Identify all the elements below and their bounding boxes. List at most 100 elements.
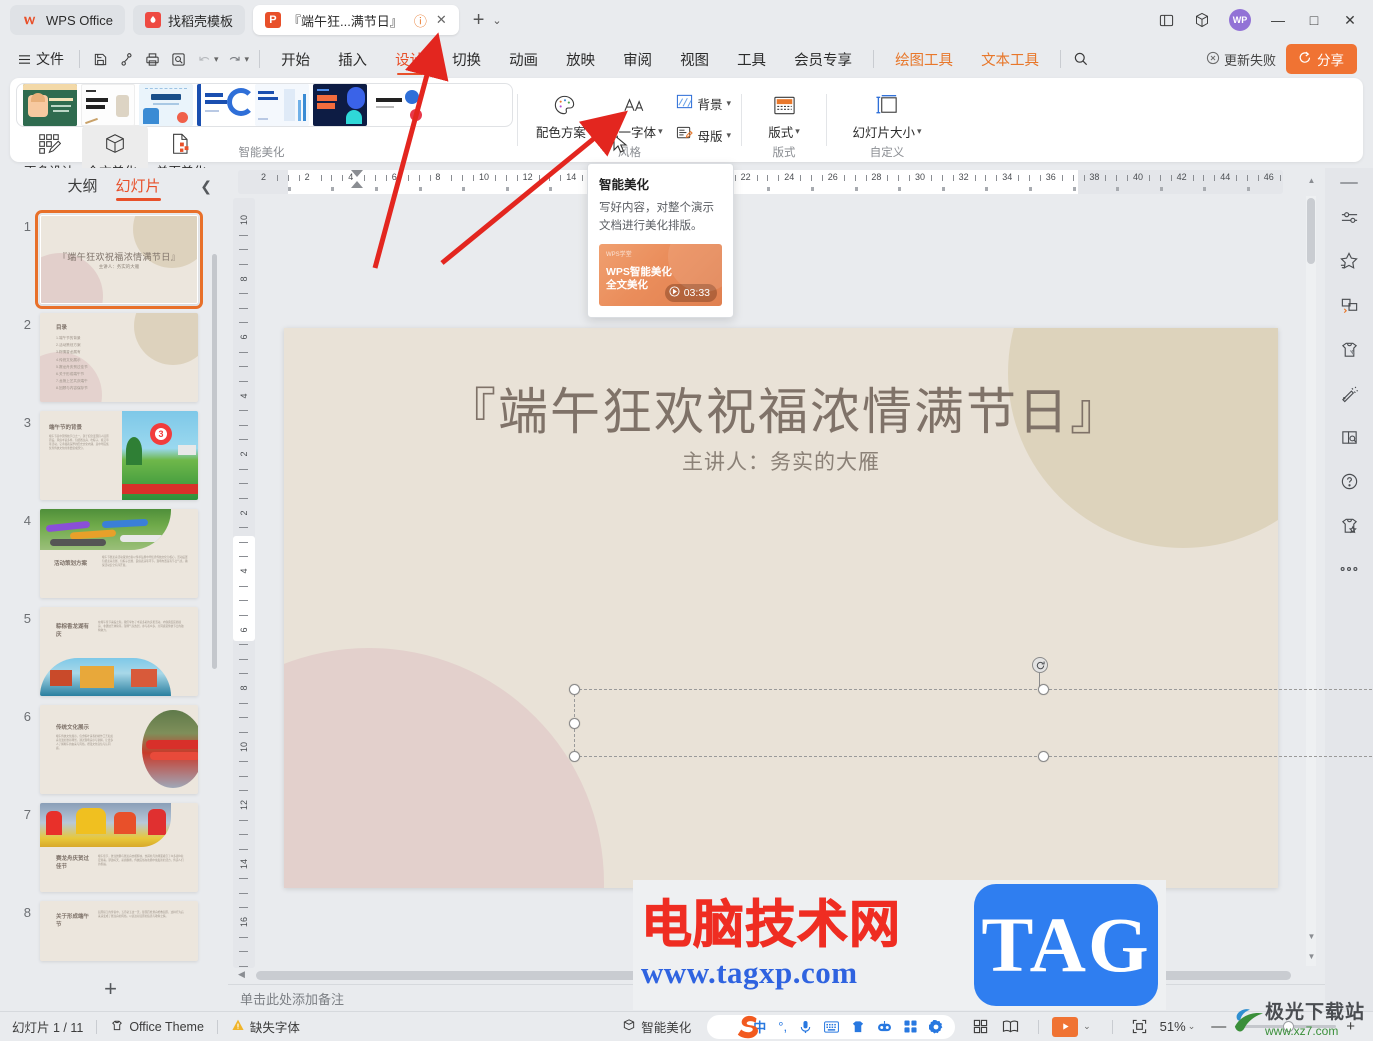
close-icon[interactable]: ✕ xyxy=(436,12,447,28)
resize-handle-sw[interactable] xyxy=(569,751,580,762)
indent-marker-bottom[interactable] xyxy=(351,181,363,188)
keyboard-icon[interactable] xyxy=(824,1020,840,1033)
sogou-s-icon[interactable] xyxy=(731,1010,765,1041)
menu-tab-view[interactable]: 视图 xyxy=(666,41,723,77)
layout-button[interactable]: 版式 ▾ xyxy=(752,86,816,146)
menu-tab-slideshow[interactable]: 放映 xyxy=(552,41,609,77)
resize-handle-n[interactable] xyxy=(1038,684,1049,695)
new-tab-button[interactable]: + xyxy=(467,9,491,32)
background-button[interactable]: 背景 ▾ xyxy=(670,90,737,116)
help-circle-icon[interactable] xyxy=(1334,468,1364,494)
beautify-status[interactable]: 智能美化 xyxy=(622,1017,691,1036)
play-dropdown-icon[interactable]: ⌄ xyxy=(1083,1021,1091,1032)
chevron-down-icon[interactable]: ▾ xyxy=(917,126,922,137)
tab-slides[interactable]: 幻灯片 xyxy=(115,175,161,201)
slide-thumbnail-1[interactable]: 『端午狂欢祝福浓情满节日』 主讲人：务实的大雁 xyxy=(35,210,203,309)
zoom-dropdown-icon[interactable]: ⌄ xyxy=(1188,1021,1196,1032)
resize-handle-s[interactable] xyxy=(1038,751,1049,762)
more-commands-icon[interactable]: ▾ xyxy=(245,54,250,65)
grid-icon[interactable] xyxy=(904,1020,917,1033)
menu-tab-tools[interactable]: 工具 xyxy=(723,41,780,77)
text-selection-box[interactable] xyxy=(569,684,1373,762)
share-button[interactable]: 分享 xyxy=(1286,44,1357,74)
slide-subtitle-text[interactable]: 主讲人：务实的大雁 xyxy=(284,446,1278,476)
fit-screen-icon[interactable] xyxy=(1126,1015,1154,1039)
shirt-star-icon[interactable] xyxy=(1334,512,1364,538)
menu-tab-drawing-tools[interactable]: 绘图工具 xyxy=(881,41,967,77)
ime-punctuation-toggle[interactable]: °, xyxy=(778,1019,787,1034)
horizontal-ruler[interactable]: 2246810121416182022242628303234363840424… xyxy=(238,170,1283,194)
thumbnail-row[interactable]: 8 关于形成端午节 屈原投江的传说中，五月初五这一天，楚国百姓划舟抢救屈原，这种… xyxy=(0,892,221,961)
menu-tab-start[interactable]: 开始 xyxy=(267,41,324,77)
menu-tab-transition[interactable]: 切换 xyxy=(438,41,495,77)
close-button[interactable]: ✕ xyxy=(1333,5,1367,35)
thumbnail-row[interactable]: 5 粽棕香龙湖有庆 在端午佳节来临之际，我们举办了丰富多彩的庆祝活动，内容涵盖民… xyxy=(0,598,221,696)
chevron-down-icon[interactable]: ▾ xyxy=(588,126,593,137)
template-thumb[interactable] xyxy=(139,84,193,126)
slide-thumbnail-4[interactable]: 活动策划方案 端午节赛龙舟活动策划方案以传承弘扬中华优秀传统文化为核心，活动设置… xyxy=(40,509,198,598)
thumbnail-row[interactable]: 4 活动策划方案 端午节赛龙舟活动策划方案以传承弘扬中华优秀传统文化为核心，活动… xyxy=(0,500,221,598)
thumbnail-row[interactable]: 1 『端午狂欢祝福浓情满节日』 主讲人：务实的大雁 xyxy=(0,206,221,309)
robot-icon[interactable] xyxy=(877,1020,892,1033)
zoom-out-button[interactable]: — xyxy=(1205,1018,1232,1035)
chevron-down-icon[interactable]: ▾ xyxy=(726,130,731,141)
grid-view-icon[interactable] xyxy=(965,1015,995,1039)
indent-marker-top[interactable] xyxy=(351,170,363,177)
tab-outline[interactable]: 大纲 xyxy=(67,175,97,200)
share-collab-icon[interactable] xyxy=(113,46,139,72)
slide-title-text[interactable]: 『端午狂欢祝福浓情满节日』 xyxy=(344,372,1224,444)
add-slide-button[interactable]: + xyxy=(0,973,221,1005)
template-thumb[interactable] xyxy=(81,84,135,126)
template-thumb[interactable] xyxy=(197,84,251,126)
chevron-left-icon[interactable]: ❮ xyxy=(200,178,212,195)
slide-canvas[interactable]: 『端午狂欢祝福浓情满节日』 主讲人：务实的大雁 xyxy=(284,328,1278,888)
avatar[interactable]: WP xyxy=(1229,9,1251,31)
settings-icon[interactable] xyxy=(929,1019,943,1034)
scroll-down-icon[interactable]: ▼ xyxy=(1306,932,1317,941)
sidebar-toggle-icon[interactable] xyxy=(1149,5,1183,35)
magic-wand-icon[interactable] xyxy=(1334,380,1364,406)
slide-size-button[interactable]: 幻灯片大小 ▾ xyxy=(837,86,937,146)
thumbnail-row[interactable]: 3 3 端午节的背景 端午节是中国传统节日之一，源于纪念爱国诗人屈原而设，风俗丰… xyxy=(0,402,221,500)
vertical-ruler[interactable]: 10 8 6 4 2 2 4 6 8 10 12 14 16 xyxy=(233,198,255,968)
menu-tab-text-tools[interactable]: 文本工具 xyxy=(967,41,1053,77)
template-thumb[interactable] xyxy=(255,84,309,126)
menu-tab-member[interactable]: 会员专享 xyxy=(780,41,866,77)
file-menu-button[interactable]: 文件 xyxy=(10,49,72,69)
font-missing-status[interactable]: 缺失字体 xyxy=(231,1017,300,1036)
search-icon[interactable] xyxy=(1068,46,1094,72)
star-icon[interactable] xyxy=(1334,248,1364,274)
maximize-button[interactable]: □ xyxy=(1297,5,1331,35)
template-thumb[interactable] xyxy=(371,84,425,126)
minimize-button[interactable]: — xyxy=(1261,5,1295,35)
slide-thumbnail-5[interactable]: 粽棕香龙湖有庆 在端午佳节来临之际，我们举办了丰富多彩的庆祝活动，内容涵盖民俗展… xyxy=(40,607,198,696)
undo-dropdown-icon[interactable]: ▾ xyxy=(214,54,219,65)
save-icon[interactable] xyxy=(87,46,113,72)
tab-docer-template[interactable]: 找稻壳模板 xyxy=(132,5,245,35)
theme-status[interactable]: Office Theme xyxy=(110,1018,204,1035)
clothes-icon[interactable] xyxy=(1334,336,1364,362)
slide-count-status[interactable]: 幻灯片 1 / 11 xyxy=(12,1017,83,1036)
color-scheme-button[interactable]: 配色方案 ▾ xyxy=(530,86,598,146)
shirt-icon[interactable] xyxy=(851,1020,865,1034)
thumbnail-scrollbar[interactable] xyxy=(212,254,217,669)
menu-tab-animation[interactable]: 动画 xyxy=(495,41,552,77)
book-search-icon[interactable] xyxy=(1334,424,1364,450)
mic-icon[interactable] xyxy=(799,1020,812,1034)
thumbnail-row[interactable]: 2 目录 1.端午节的背景 2.活动策划方案 3.粽情香龙展有 4.传统文化展示 5.赛… xyxy=(0,304,221,402)
unify-font-button[interactable]: 统一字体 ▾ xyxy=(600,86,668,146)
print-preview-icon[interactable] xyxy=(165,46,191,72)
scroll-page-down-icon[interactable]: ▼ xyxy=(1306,952,1317,961)
thumbnail-row[interactable]: 6 传统文化展示 端午传统文化展示，包含粽叶清香的制作工艺和龙舟竞渡的激昂场景。… xyxy=(0,696,221,794)
print-icon[interactable] xyxy=(139,46,165,72)
update-status[interactable]: 更新失败 xyxy=(1206,50,1276,69)
scroll-up-icon[interactable]: ▲ xyxy=(1306,176,1317,185)
zoom-level-label[interactable]: 51% xyxy=(1160,1019,1186,1034)
slide-thumbnail-8[interactable]: 关于形成端午节 屈原投江的传说中，五月初五这一天，楚国百姓划舟抢救屈原，这种行为… xyxy=(40,901,198,961)
tab-wps-office[interactable]: WPS Office xyxy=(10,5,125,35)
slide-thumbnail-6[interactable]: 传统文化展示 端午传统文化展示，包含粽叶清香的制作工艺和龙舟竞渡的激昂场景。通过… xyxy=(40,705,198,794)
menu-tab-insert[interactable]: 插入 xyxy=(324,41,381,77)
chevron-down-icon[interactable]: ▾ xyxy=(795,126,800,137)
design-template-gallery[interactable] xyxy=(16,83,513,127)
slideshow-play-button[interactable] xyxy=(1052,1016,1079,1037)
